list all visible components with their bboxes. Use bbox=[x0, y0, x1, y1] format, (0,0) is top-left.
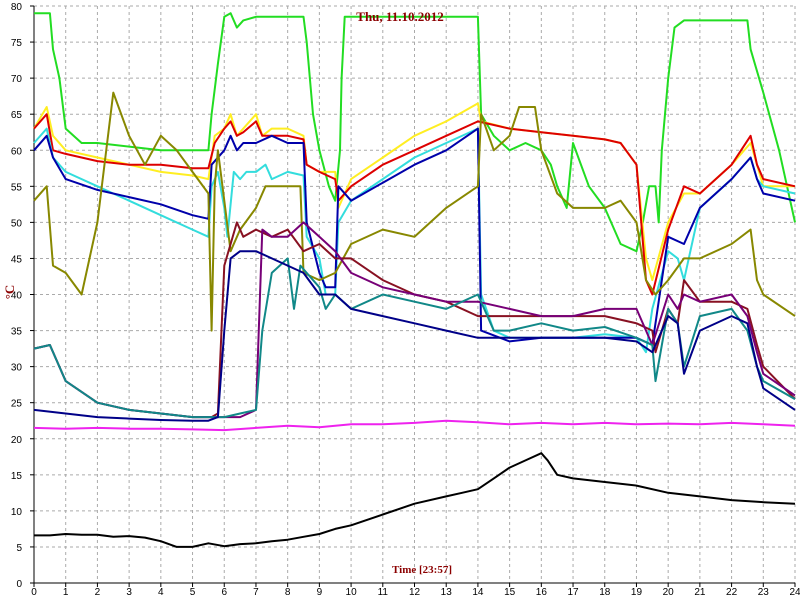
y-tick-label: 65 bbox=[11, 110, 23, 121]
x-tick-label: 24 bbox=[789, 587, 800, 598]
x-tick-label: 19 bbox=[631, 587, 643, 598]
x-tick-label: 6 bbox=[221, 587, 227, 598]
x-tick-label: 1 bbox=[63, 587, 69, 598]
x-tick-label: 5 bbox=[190, 587, 196, 598]
y-tick-label: 25 bbox=[11, 399, 23, 410]
x-tick-label: 14 bbox=[472, 587, 484, 598]
x-tick-label: 7 bbox=[253, 587, 259, 598]
y-tick-label: 45 bbox=[11, 254, 23, 265]
series-group bbox=[33, 12, 796, 548]
y-tick-label: 70 bbox=[11, 74, 23, 85]
x-tick-label: 21 bbox=[694, 587, 706, 598]
y-tick-label: 55 bbox=[11, 182, 23, 193]
y-tick-label: 10 bbox=[11, 507, 23, 518]
chart-svg: 0 1 2 3 4 5 6 7 8 9 10 11 12 13 14 15 16 17 18 19 20 21 22 23 24… bbox=[2, 2, 800, 598]
y-tick-label: 80 bbox=[11, 2, 23, 13]
y-tick-label: 0 bbox=[16, 579, 22, 590]
x-tick-label: 18 bbox=[599, 587, 611, 598]
chart-container: 0 1 2 3 4 5 6 7 8 9 10 11 12 13 14 15 16 17 18 19 20 21 22 23 24… bbox=[0, 0, 800, 600]
x-tick-label: 13 bbox=[441, 587, 453, 598]
x-tick-label: 23 bbox=[758, 587, 770, 598]
chart-title: Thu, 11.10.2012 bbox=[356, 9, 443, 24]
x-tick-label: 20 bbox=[663, 587, 675, 598]
x-tick-label: 9 bbox=[317, 587, 323, 598]
y-tick-label: 5 bbox=[16, 543, 22, 554]
y-tick-label: 50 bbox=[11, 218, 23, 229]
x-tick-label: 22 bbox=[726, 587, 738, 598]
y-tick-label: 35 bbox=[11, 327, 23, 338]
x-tick-label: 0 bbox=[31, 587, 37, 598]
x-tick-label: 16 bbox=[536, 587, 548, 598]
x-tick-label: 4 bbox=[158, 587, 164, 598]
x-tick-label: 2 bbox=[95, 587, 101, 598]
y-tick-label: 20 bbox=[11, 435, 23, 446]
x-tick-label: 12 bbox=[409, 587, 421, 598]
x-tick-label: 15 bbox=[504, 587, 516, 598]
x-tick-label: 10 bbox=[346, 587, 358, 598]
x-tick-label: 11 bbox=[378, 587, 389, 598]
y-tick-label: 75 bbox=[11, 38, 23, 49]
axes bbox=[30, 5, 796, 587]
x-tick-label: 17 bbox=[567, 587, 579, 598]
x-tick-label: 8 bbox=[285, 587, 291, 598]
y-tick-label: 60 bbox=[11, 146, 23, 157]
y-tick-label: 15 bbox=[11, 471, 23, 482]
y-tick-label: 30 bbox=[11, 363, 23, 374]
x-axis-label: Time [23:57] bbox=[392, 564, 452, 576]
x-tick-label: 3 bbox=[126, 587, 132, 598]
y-axis-label: °C bbox=[2, 285, 17, 300]
